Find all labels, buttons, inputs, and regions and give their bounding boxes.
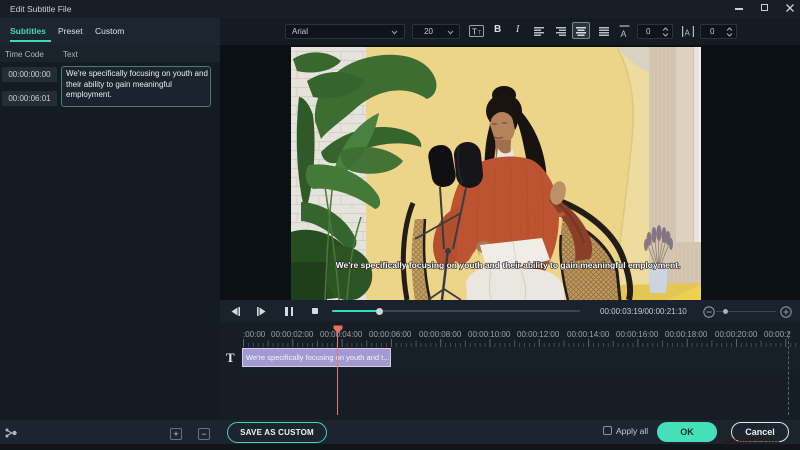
svg-text:A: A [685, 29, 691, 38]
svg-text:T: T [472, 28, 477, 37]
svg-text:We're specifically focusing on: We're specifically focusing on youth and… [336, 260, 681, 270]
svg-text:T: T [478, 31, 482, 37]
svg-text:A: A [621, 29, 627, 38]
